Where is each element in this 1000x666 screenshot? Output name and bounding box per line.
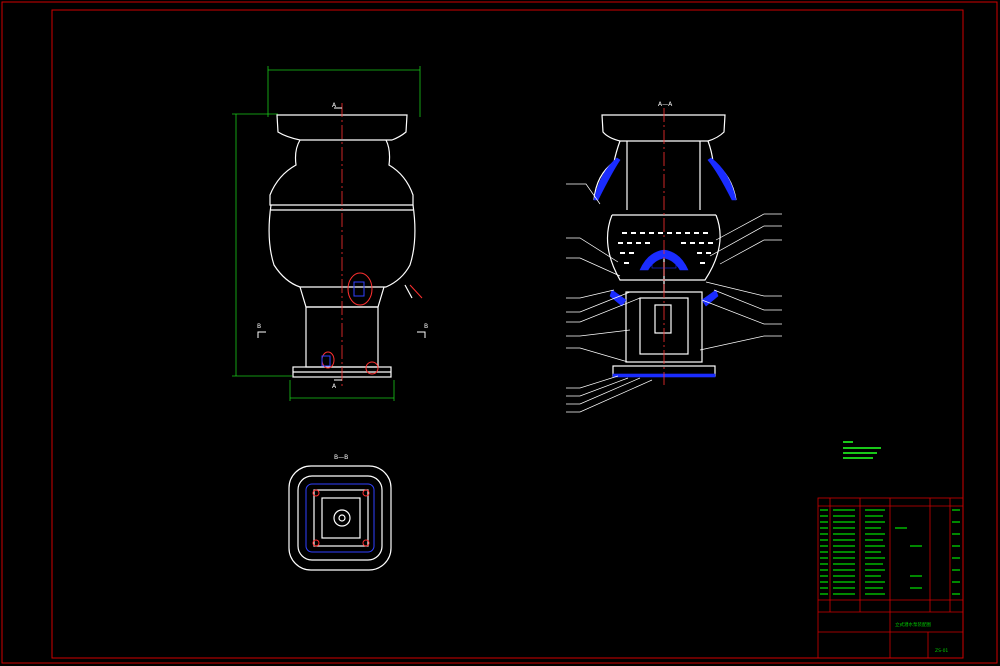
drawing-background	[0, 0, 1000, 666]
section-mark-b-left: B	[257, 323, 261, 330]
section-mark-b-right: B	[424, 323, 428, 330]
title-block-drawing-name: 立式潜水泵装配图	[895, 621, 931, 628]
section-aa-title: A—A	[658, 101, 673, 108]
title-block-drawing-no: ZS-01	[935, 648, 948, 654]
engineering-drawing: A A B B A—A B—B 立式潜水泵装配图 ZS-01	[0, 0, 1000, 666]
section-bb-title: B—B	[334, 454, 348, 461]
